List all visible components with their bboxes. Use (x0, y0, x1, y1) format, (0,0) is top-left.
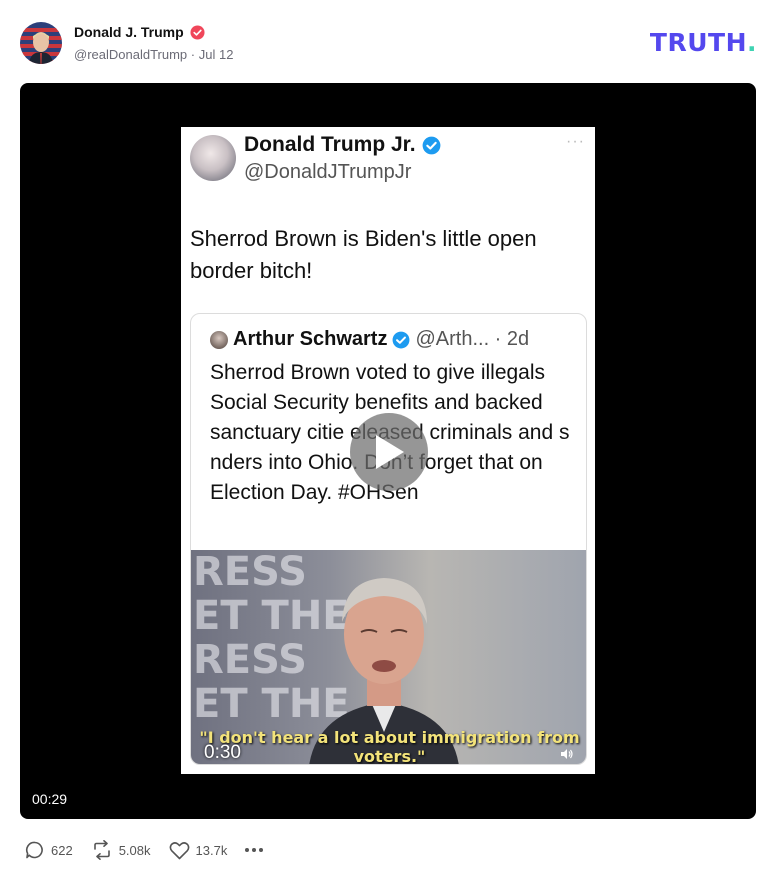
comment-icon (25, 841, 43, 859)
like-count: 13.7k (195, 842, 228, 858)
quoted-author-name: Arthur Schwartz (233, 328, 388, 350)
embedded-author-name: Donald Trump Jr. (244, 133, 416, 156)
more-icon[interactable] (245, 848, 264, 852)
author-handle[interactable]: @realDonaldTrump (74, 47, 187, 62)
play-icon (376, 435, 404, 469)
quoted-post: Arthur Schwartz @Arth... · 2d Sherrod Br… (190, 313, 587, 765)
clip-caption: "I don't hear a lot about immigration fr… (199, 728, 580, 765)
post-actions: 622 5.08k 13.7k (25, 838, 264, 862)
brand-dot: . (747, 28, 757, 57)
reply-button[interactable]: 622 (25, 840, 73, 860)
retruth-count: 5.08k (118, 842, 151, 858)
more-icon: ··· (566, 133, 585, 150)
embedded-author-handle: @DonaldJTrumpJr (244, 161, 412, 183)
embedded-author-avatar (190, 135, 236, 181)
post-meta: @realDonaldTrump · Jul 12 (74, 47, 233, 62)
quoted-author-handle: @Arth... · 2d (415, 328, 530, 350)
speaker-icon (561, 749, 573, 759)
truth-logo[interactable]: TRUTH. (650, 28, 757, 57)
embedded-post-text: Sherrod Brown is Biden's little open bor… (190, 226, 537, 283)
like-button[interactable]: 13.7k (169, 841, 228, 860)
heart-icon (169, 841, 189, 859)
play-button[interactable] (350, 413, 428, 491)
video-player[interactable]: Donald Trump Jr. @DonaldJTrumpJr ··· She… (20, 83, 756, 819)
repost-icon (93, 840, 110, 860)
retruth-button[interactable]: 5.08k (91, 840, 151, 860)
reply-count: 622 (51, 842, 73, 858)
meta-separator: · (190, 47, 196, 62)
verified-badge-icon (422, 136, 440, 154)
verified-badge-icon (393, 331, 410, 348)
video-elapsed-time: 00:29 (32, 791, 68, 807)
verified-badge-icon (190, 24, 205, 40)
post-date[interactable]: Jul 12 (199, 47, 234, 62)
author-avatar[interactable] (20, 22, 62, 64)
author-name[interactable]: Donald J. Trump (74, 24, 184, 40)
quoted-author-avatar (210, 330, 228, 349)
quoted-video-clip: RESS ET THE RESS ET THE "I don't hear a … (191, 550, 586, 765)
brand-text: TRUTH (649, 28, 747, 57)
post-header: Donald J. Trump @realDonaldTrump · Jul 1… (20, 20, 757, 66)
clip-timestamp: 0:30 (204, 742, 241, 763)
